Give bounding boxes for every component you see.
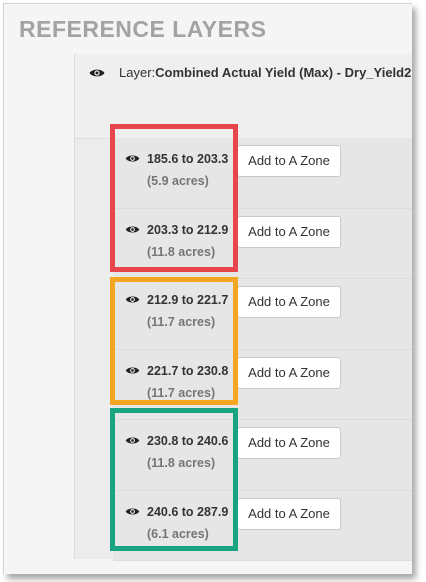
add-to-zone-button[interactable]: Add to A Zone [237,497,341,530]
layer-name: Combined Actual Yield (Max) - Dry_Yield2 [155,65,412,80]
highlight-box-green [110,408,238,551]
section-title: REFERENCE LAYERS [19,16,267,42]
eye-icon[interactable] [89,68,105,78]
highlight-box-orange [110,277,238,405]
add-to-zone-button[interactable]: Add to A Zone [237,145,341,177]
layer-prefix: Layer: [119,65,156,80]
layer-title: Layer:Combined Actual Yield (Max) - Dry_… [119,65,411,80]
add-to-zone-button[interactable]: Add to A Zone [237,427,341,459]
highlight-box-red [110,124,238,272]
add-to-zone-button[interactable]: Add to A Zone [237,286,341,318]
add-to-zone-button[interactable]: Add to A Zone [237,215,341,248]
add-to-zone-button[interactable]: Add to A Zone [237,356,341,389]
